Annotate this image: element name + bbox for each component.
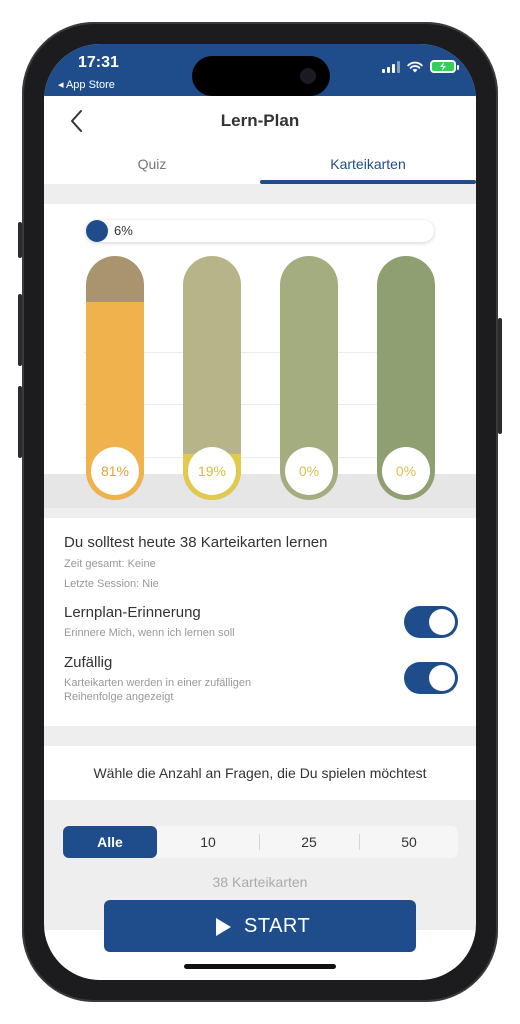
learning-info-card: Du solltest heute 38 Karteikarten lernen…	[44, 518, 476, 726]
chart-bar-label-3: 0%	[285, 447, 333, 495]
chart-bar-label-4: 0%	[382, 447, 430, 495]
wifi-icon	[407, 61, 423, 72]
card-count-text: 38 Karteikarten	[212, 874, 308, 890]
dynamic-island	[192, 56, 330, 96]
chart-bar-3: 0%	[280, 256, 338, 500]
start-button[interactable]: START	[104, 900, 416, 952]
cellular-signal-icon	[382, 60, 400, 73]
overall-progress-bar: 6%	[86, 220, 434, 242]
toggle-knob	[429, 609, 455, 635]
volume-up-button	[18, 294, 22, 366]
chart-bar-4: 0%	[377, 256, 435, 500]
tab-bar: Quiz Karteikarten	[44, 146, 476, 184]
option-10[interactable]: 10	[161, 826, 255, 858]
battery-charging-icon	[430, 60, 459, 73]
progress-chart-card: 6% 81% 19% 0% 0%	[44, 204, 476, 508]
front-camera	[300, 68, 316, 84]
home-indicator	[184, 964, 336, 969]
random-setting-title: Zufällig	[64, 654, 113, 671]
chart-bar-1: 81%	[86, 256, 144, 500]
question-count-selector: Alle 10 25 50	[62, 826, 458, 858]
status-bar: 17:31 ◂ App Store	[44, 44, 476, 96]
question-count-prompt: Wähle die Anzahl an Fragen, die Du spiel…	[93, 765, 427, 781]
random-toggle[interactable]	[404, 662, 458, 694]
last-session-text: Letzte Session: Nie	[64, 578, 159, 590]
progress-label: 6%	[114, 223, 133, 238]
action-button	[18, 222, 22, 258]
reminder-toggle[interactable]	[404, 606, 458, 638]
toggle-knob	[429, 665, 455, 691]
option-50[interactable]: 50	[362, 826, 456, 858]
status-back-to-app[interactable]: ◂ App Store	[58, 78, 115, 91]
chart-bar-2: 19%	[183, 256, 241, 500]
status-icons	[382, 60, 459, 73]
power-button	[498, 318, 502, 434]
option-all[interactable]: Alle	[63, 826, 157, 858]
segment-divider	[359, 834, 360, 850]
segment-divider	[259, 834, 260, 850]
question-count-prompt-card: Wähle die Anzahl an Fragen, die Du spiel…	[44, 746, 476, 800]
app-screen: 17:31 ◂ App Store Lern-Plan Quiz Karteik…	[44, 44, 476, 980]
tab-quiz[interactable]: Quiz	[44, 156, 260, 172]
option-25[interactable]: 25	[262, 826, 356, 858]
random-setting-description: Karteikarten werden in einer zufälligen …	[64, 677, 252, 703]
reminder-setting-description: Erinnere Mich, wenn ich lernen soll	[64, 627, 235, 639]
tab-karteikarten[interactable]: Karteikarten	[260, 156, 476, 172]
navigation-bar: Lern-Plan	[44, 96, 476, 146]
status-time: 17:31	[78, 54, 119, 71]
active-tab-indicator	[260, 180, 476, 184]
play-icon	[216, 918, 231, 936]
chart-bar-label-2: 19%	[188, 447, 236, 495]
page-title: Lern-Plan	[220, 111, 300, 130]
reminder-setting-title: Lernplan-Erinnerung	[64, 604, 201, 621]
start-button-label: START	[244, 915, 311, 937]
volume-down-button	[18, 386, 22, 458]
daily-goal-text: Du solltest heute 38 Karteikarten lernen	[64, 534, 328, 551]
chart-bar-label-1: 81%	[91, 447, 139, 495]
total-time-text: Zeit gesamt: Keine	[64, 558, 156, 570]
progress-indicator	[86, 220, 108, 242]
